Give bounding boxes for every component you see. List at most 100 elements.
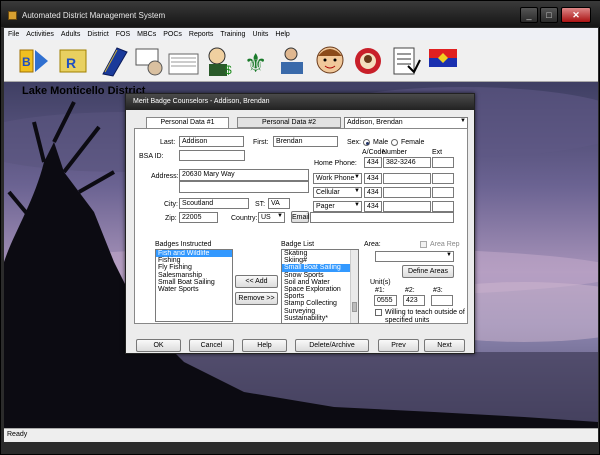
state-label: ST: bbox=[255, 201, 266, 208]
cancel-button[interactable]: Cancel bbox=[189, 339, 234, 352]
phone-1-number-field[interactable] bbox=[383, 173, 431, 184]
meeting-tool-icon[interactable] bbox=[167, 44, 200, 78]
phone-3-ext-field[interactable] bbox=[432, 201, 454, 212]
maximize-button[interactable]: □ bbox=[540, 7, 558, 23]
phone-2-area-code-field[interactable]: 434 bbox=[364, 187, 382, 198]
phone-2-ext-field[interactable] bbox=[432, 187, 454, 198]
area-rep-checkbox[interactable] bbox=[420, 241, 427, 248]
define-areas-button[interactable]: Define Areas bbox=[402, 265, 454, 278]
list-item[interactable]: Fly Fishing bbox=[156, 264, 232, 271]
area-select[interactable]: ▼ bbox=[375, 251, 454, 262]
state-field[interactable]: VA bbox=[268, 198, 290, 209]
next-button[interactable]: Next bbox=[424, 339, 465, 352]
email-field[interactable] bbox=[310, 212, 454, 223]
units-label: Unit(s) bbox=[370, 279, 391, 286]
phone-3-number-field[interactable] bbox=[383, 201, 431, 212]
bsa-id-field[interactable] bbox=[179, 150, 245, 161]
menu-fos[interactable]: FOS bbox=[112, 31, 133, 38]
phone-type-select-3[interactable]: Pager ▼ bbox=[313, 201, 362, 212]
menu-pocs[interactable]: POCs bbox=[159, 31, 185, 38]
list-item[interactable]: Fishing bbox=[156, 257, 232, 264]
eagle-reports-tool-icon[interactable]: R bbox=[57, 44, 90, 78]
unit-1-field[interactable]: 0555 bbox=[374, 295, 397, 306]
close-button[interactable]: ✕ bbox=[561, 7, 591, 23]
dialog-title-bar[interactable]: Merit Badge Counselors - Addison, Brenda… bbox=[126, 94, 474, 110]
unit-3-header: #3: bbox=[433, 287, 443, 294]
list-item[interactable]: Salesmanship bbox=[156, 272, 232, 279]
list-item[interactable]: Skating bbox=[282, 250, 358, 257]
boy-face-tool-icon[interactable] bbox=[314, 44, 347, 78]
remove-badge-button[interactable]: Remove >> bbox=[235, 292, 278, 305]
bear-tool-icon[interactable] bbox=[352, 44, 385, 78]
phone-1-area-code-field[interactable]: 434 bbox=[364, 173, 382, 184]
address-field-1[interactable]: 20630 Mary Way bbox=[179, 169, 309, 181]
money-fleur-tool-icon[interactable]: $ bbox=[205, 44, 238, 78]
list-item[interactable]: Small Boat Sailing bbox=[282, 264, 358, 272]
menu-reports[interactable]: Reports bbox=[185, 31, 217, 38]
menu-units[interactable]: Units bbox=[248, 31, 271, 38]
home-ext-field[interactable] bbox=[432, 157, 454, 168]
help-button[interactable]: Help bbox=[242, 339, 287, 352]
list-item[interactable]: Space Exploration bbox=[282, 286, 358, 293]
list-item[interactable]: Small Boat Sailing bbox=[156, 279, 232, 286]
list-item[interactable]: Snow Sports bbox=[282, 272, 358, 279]
phone-type-select-2[interactable]: Cellular ▼ bbox=[313, 187, 362, 198]
list-item[interactable]: Sustainability* bbox=[282, 315, 358, 322]
home-area-code-field[interactable]: 434 bbox=[364, 157, 382, 168]
unit-3-field[interactable] bbox=[431, 295, 453, 306]
fleur-de-lis-tool-icon[interactable]: ⚜ bbox=[239, 44, 272, 79]
female-radio[interactable] bbox=[391, 139, 398, 146]
menu-activities[interactable]: Activities bbox=[22, 31, 57, 38]
menu-district[interactable]: District bbox=[83, 31, 111, 38]
checklist-tool-icon[interactable] bbox=[390, 44, 423, 78]
willing-outside-checkbox[interactable] bbox=[375, 309, 382, 316]
dialog-title: Merit Badge Counselors - Addison, Brenda… bbox=[133, 98, 270, 105]
phone-3-area-code-field[interactable]: 434 bbox=[364, 201, 382, 212]
phone-2-number-field[interactable] bbox=[383, 187, 431, 198]
book-tool-icon[interactable] bbox=[97, 44, 130, 78]
list-item[interactable]: Water Sports bbox=[156, 286, 232, 293]
last-name-field[interactable]: Addison bbox=[179, 136, 244, 147]
unit-2-field[interactable]: 423 bbox=[403, 295, 425, 306]
badges-instructed-list[interactable]: Fish and Wildlife Fishing Fly Fishing Sa… bbox=[155, 249, 233, 322]
city-field[interactable]: Scoutland bbox=[179, 198, 249, 209]
add-badge-button[interactable]: << Add bbox=[235, 275, 278, 288]
adults-tool-icon[interactable]: B bbox=[18, 44, 51, 78]
menu-mbcs[interactable]: MBCs bbox=[133, 31, 159, 38]
menu-training[interactable]: Training bbox=[216, 31, 248, 38]
prev-button[interactable]: Prev bbox=[378, 339, 419, 352]
list-item[interactable]: Sports bbox=[282, 293, 358, 300]
male-radio[interactable] bbox=[363, 139, 370, 146]
list-item[interactable]: Soil and Water bbox=[282, 279, 358, 286]
country-select[interactable]: US ▼ bbox=[258, 212, 285, 223]
desk-tool-icon[interactable] bbox=[275, 44, 308, 78]
last-label: Last: bbox=[160, 139, 176, 146]
zip-field[interactable]: 22005 bbox=[179, 212, 218, 223]
email-button[interactable]: Email: bbox=[291, 211, 311, 223]
badge-list[interactable]: Skating Skiing# Small Boat Sailing Snow … bbox=[281, 249, 359, 324]
phone-type-select-1[interactable]: Work Phone ▼ bbox=[313, 173, 362, 184]
scrollbar-thumb[interactable] bbox=[352, 302, 357, 312]
flag-tool-icon[interactable] bbox=[427, 44, 460, 78]
list-item[interactable]: Fish and Wildlife bbox=[156, 250, 232, 258]
minimize-button[interactable]: _ bbox=[520, 7, 538, 23]
address-field-2[interactable] bbox=[179, 181, 309, 193]
area-rep-label: Area Rep bbox=[430, 241, 460, 248]
tab-personal-data-2[interactable]: Personal Data #2 bbox=[237, 117, 341, 128]
phone-1-ext-field[interactable] bbox=[432, 173, 454, 184]
ok-button[interactable]: OK bbox=[136, 339, 181, 352]
menu-file[interactable]: File bbox=[4, 31, 22, 38]
handshake-tool-icon[interactable] bbox=[133, 44, 166, 78]
home-number-field[interactable]: 382-3246 bbox=[383, 157, 431, 168]
menu-adults[interactable]: Adults bbox=[57, 31, 83, 38]
female-label: Female bbox=[401, 139, 425, 146]
menu-help[interactable]: Help bbox=[271, 31, 292, 38]
title-bar[interactable]: Automated District Management System _ □… bbox=[1, 1, 600, 27]
unit-1-header: #1: bbox=[375, 287, 385, 294]
list-item[interactable]: Stamp Collecting bbox=[282, 300, 358, 307]
delete-archive-button[interactable]: Delete/Archive bbox=[295, 339, 369, 352]
list-item[interactable]: Surveying bbox=[282, 308, 358, 315]
list-item[interactable]: Skiing# bbox=[282, 257, 358, 264]
first-name-field[interactable]: Brendan bbox=[273, 136, 338, 147]
badge-list-scrollbar[interactable] bbox=[350, 250, 358, 323]
